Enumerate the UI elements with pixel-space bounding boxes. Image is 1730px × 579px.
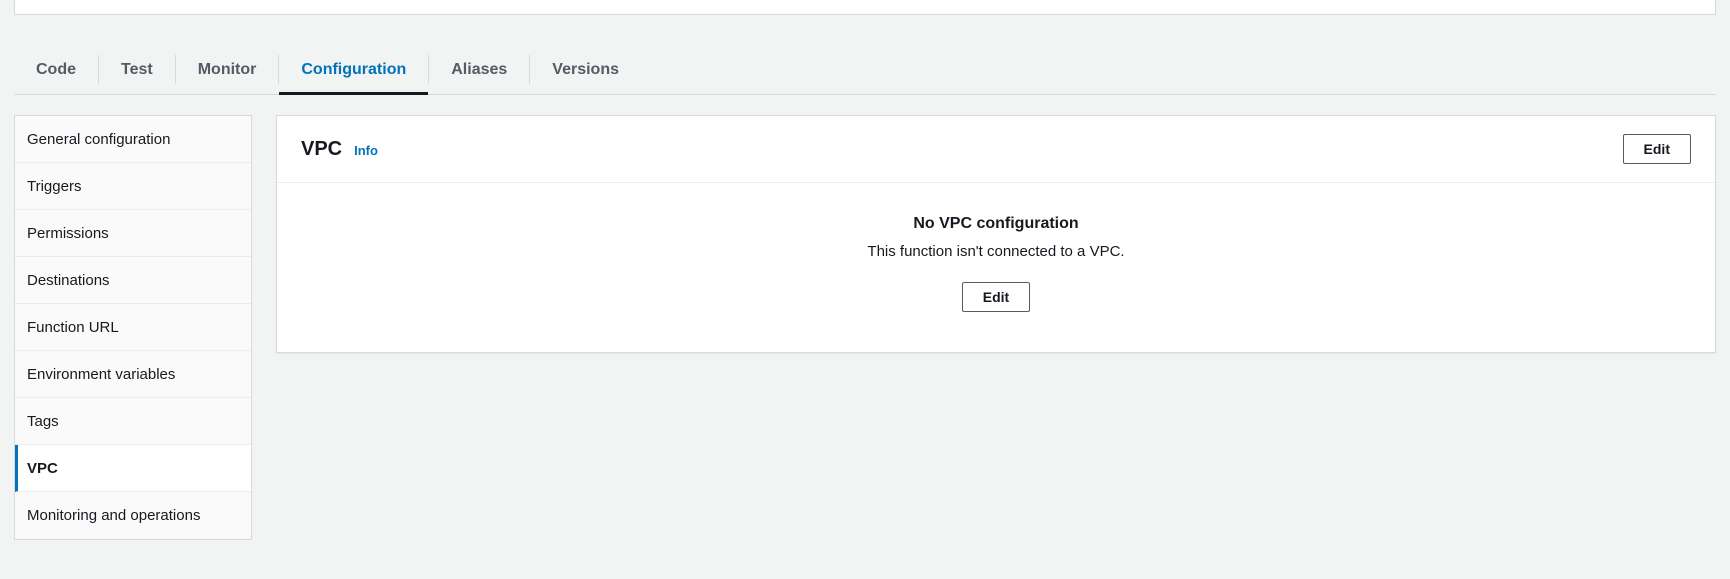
empty-state-title: No VPC configuration [301, 215, 1691, 233]
config-sidebar: General configuration Triggers Permissio… [14, 115, 252, 540]
sidebar-item-label: Triggers [27, 178, 81, 195]
sidebar-item-label: VPC [27, 460, 58, 477]
tab-label: Monitor [198, 61, 257, 79]
sidebar-item-tags[interactable]: Tags [15, 398, 251, 445]
sidebar-item-label: General configuration [27, 131, 170, 148]
sidebar-item-function-url[interactable]: Function URL [15, 304, 251, 351]
panel-title: VPC [301, 138, 342, 161]
sidebar-item-monitoring-and-operations[interactable]: Monitoring and operations [15, 492, 251, 539]
edit-button[interactable]: Edit [1623, 134, 1691, 164]
tab-label: Test [121, 61, 153, 79]
tab-label: Configuration [301, 61, 406, 79]
previous-panel-bottom-edge [14, 0, 1716, 15]
info-link[interactable]: Info [354, 143, 378, 158]
tab-monitor[interactable]: Monitor [176, 45, 279, 94]
main-tabs: Code Test Monitor Configuration Aliases … [14, 45, 1716, 95]
empty-state-description: This function isn't connected to a VPC. [301, 243, 1691, 260]
empty-state-edit-button[interactable]: Edit [962, 282, 1030, 312]
content-row: General configuration Triggers Permissio… [14, 115, 1716, 540]
panel-title-group: VPC Info [301, 138, 378, 161]
sidebar-item-label: Permissions [27, 225, 109, 242]
panel-body: No VPC configuration This function isn't… [277, 183, 1715, 352]
sidebar-item-label: Monitoring and operations [27, 507, 200, 524]
vpc-panel: VPC Info Edit No VPC configuration This … [276, 115, 1716, 353]
tab-label: Versions [552, 61, 619, 79]
sidebar-item-environment-variables[interactable]: Environment variables [15, 351, 251, 398]
sidebar-item-general-configuration[interactable]: General configuration [15, 116, 251, 163]
sidebar-item-permissions[interactable]: Permissions [15, 210, 251, 257]
sidebar-item-vpc[interactable]: VPC [15, 445, 251, 492]
panel-header: VPC Info Edit [277, 116, 1715, 183]
sidebar-item-label: Destinations [27, 272, 110, 289]
tab-label: Code [36, 61, 76, 79]
sidebar-item-destinations[interactable]: Destinations [15, 257, 251, 304]
tab-configuration[interactable]: Configuration [279, 45, 428, 94]
sidebar-item-triggers[interactable]: Triggers [15, 163, 251, 210]
tab-aliases[interactable]: Aliases [429, 45, 529, 94]
sidebar-item-label: Environment variables [27, 366, 175, 383]
sidebar-item-label: Function URL [27, 319, 119, 336]
tab-versions[interactable]: Versions [530, 45, 641, 94]
tab-code[interactable]: Code [14, 45, 98, 94]
sidebar-item-label: Tags [27, 413, 59, 430]
tab-label: Aliases [451, 61, 507, 79]
tab-test[interactable]: Test [99, 45, 175, 94]
